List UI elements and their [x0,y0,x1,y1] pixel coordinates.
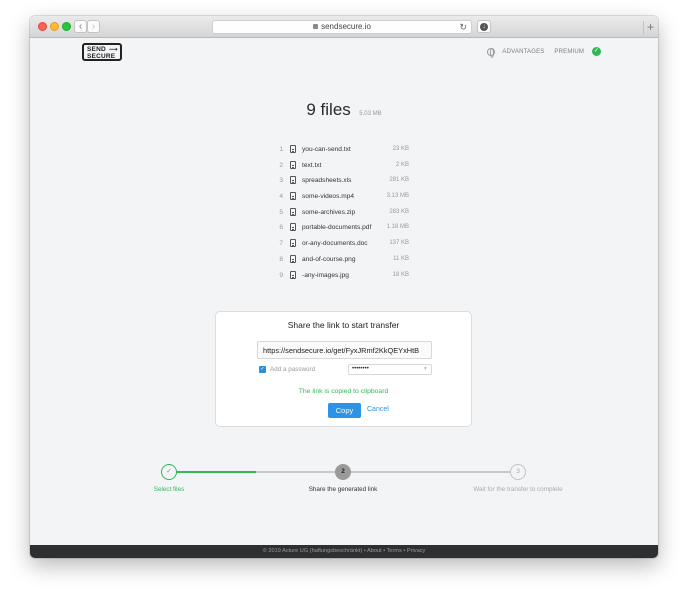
address-bar[interactable]: sendsecure.io ↻ [212,20,472,34]
file-number: 7 [279,240,283,248]
file-size: 283 KB [389,208,409,215]
file-icon [290,239,296,248]
logo-arrow-icon: ⟶ [109,47,118,53]
step-1-check-icon: ✓ [161,464,177,480]
file-row: 5 some-archives.zip 283 KB [277,205,409,221]
step-1-label: Select files [153,486,185,493]
back-button[interactable]: ‹ [74,20,87,33]
new-tab-button[interactable]: + [643,21,657,35]
logo-text-secure: SECURE [87,53,116,60]
file-number: 5 [279,208,283,216]
minimize-window-button[interactable] [50,22,59,31]
file-row: 3 spreadsheets.xls 281 KB [277,173,409,189]
page-content: SEND SECURE ⟶ ADVANTAGES PREMIUM ✓ 9 fil… [30,38,658,545]
file-size: 11 KB [393,255,409,262]
file-size: 18 KB [392,271,409,278]
file-number: 3 [279,177,283,185]
copied-message: The link is copied to clipboard [298,388,389,395]
file-row: 8 and-of-course.png 11 KB [277,252,409,268]
file-name: some-videos.mp4 [302,193,355,201]
file-icon [290,270,296,279]
file-row: 1 you-can-send.txt 23 KB [277,142,409,158]
file-number: 8 [279,255,283,263]
file-icon [290,192,296,201]
file-name: some-archives.zip [302,208,356,216]
password-value: •••••••• [352,366,369,372]
file-number: 6 [279,224,283,232]
stepper-track-completed [176,471,256,473]
stepper-track-remaining [256,471,510,473]
sendsecure-logo[interactable]: SEND SECURE ⟶ [82,43,122,61]
step-3-label: Wait for the transfer to complete [473,486,563,493]
file-row: 6 portable-documents.pdf 1.18 MB [277,220,409,236]
globe-icon[interactable] [486,47,495,58]
share-panel: Share the link to start transfer ✓ Add a… [215,311,472,427]
file-number: 4 [279,193,283,201]
url-text: sendsecure.io [321,22,371,31]
file-name: or-any-documents.doc [302,240,368,248]
file-list: 1 you-can-send.txt 23 KB 2 text.txt 2 KB 3 spre… [277,142,409,283]
forward-button[interactable]: › [87,20,100,33]
top-navigation: ADVANTAGES PREMIUM ✓ [486,47,601,59]
page-footer: © 2019 Acture UG (haftungsbeschränkt) • … [30,545,658,558]
downloads-button[interactable]: ↓ [477,20,491,33]
zoom-window-button[interactable] [62,22,71,31]
file-name: spreadsheets.xls [302,177,352,185]
file-icon [290,223,296,232]
check-circle-icon: ✓ [592,47,601,56]
add-password-label: Add a password [270,366,316,373]
step-3-indicator: 3 [510,464,526,480]
file-name: and-of-course.png [302,255,356,263]
file-row: 9 -any-images.jpg 18 KB [277,268,409,284]
nav-premium-link[interactable]: PREMIUM [554,49,584,55]
file-number: 9 [279,271,283,279]
cancel-link[interactable]: Cancel [367,406,389,413]
file-row: 2 text.txt 2 KB [277,158,409,174]
copy-button[interactable]: Copy [328,403,361,418]
files-count: 9 files [306,100,351,119]
files-heading: 9 files 5.03 MB [30,100,658,120]
files-total-size: 5.03 MB [359,111,382,117]
file-size: 1.18 MB [386,224,409,231]
file-row: 7 or-any-documents.doc 137 KB [277,236,409,252]
file-size: 3.13 MB [386,193,409,200]
file-number: 2 [279,161,283,169]
browser-window: ‹ › sendsecure.io ↻ ↓ + SEND SECURE ⟶ AD… [30,16,658,558]
file-row: 4 some-videos.mp4 3.13 MB [277,189,409,205]
step-2-indicator: 2 [335,464,351,480]
step-2-label: Share the generated link [308,486,378,493]
file-number: 1 [279,146,283,153]
download-icon: ↓ [480,23,488,31]
nav-advantages-link[interactable]: ADVANTAGES [502,49,544,55]
reload-icon[interactable]: ↻ [459,21,467,33]
chevron-down-icon: ▼ [423,366,428,372]
file-name: text.txt [302,161,322,169]
file-size: 281 KB [389,177,409,184]
progress-stepper: ✓ 2 3 Select files Share the generated l… [30,462,658,502]
browser-titlebar: ‹ › sendsecure.io ↻ ↓ + [30,16,658,38]
file-icon [290,160,296,169]
close-window-button[interactable] [38,22,47,31]
file-icon [290,145,296,153]
password-input[interactable]: •••••••• ▼ [348,364,432,375]
password-row: ✓ Add a password •••••••• ▼ [259,364,432,375]
file-icon [290,207,296,216]
file-name: -any-images.jpg [302,271,349,279]
file-size: 2 KB [395,161,409,168]
file-icon [290,254,296,263]
file-name: you-can-send.txt [302,146,351,153]
share-link-input[interactable] [257,341,432,359]
file-icon [290,176,296,185]
file-size: 23 KB [392,146,409,152]
add-password-checkbox[interactable]: ✓ [259,366,266,373]
file-name: portable-documents.pdf [302,224,372,232]
share-panel-title: Share the link to start transfer [287,320,400,330]
file-size: 137 KB [389,240,409,247]
lock-icon [313,24,319,29]
